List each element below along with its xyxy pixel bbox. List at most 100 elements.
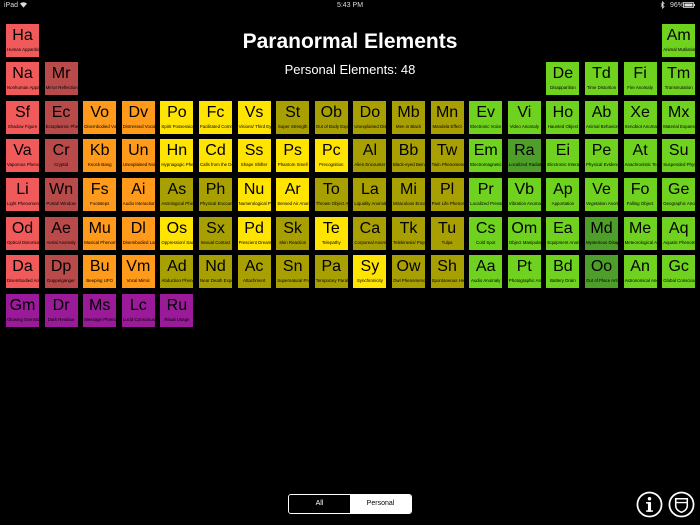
element-fo[interactable]: Fo Falling Object [622,176,658,212]
element-ab[interactable]: Ab Animal Behavior [584,99,619,135]
element-tu[interactable]: Tu Tulpa [429,215,465,251]
element-na[interactable]: Na Nonhuman Apparition [5,61,40,97]
element-ph[interactable]: Ph Physical Encounter [198,176,233,212]
element-ac[interactable]: Ac Attachment [236,254,272,290]
element-mi[interactable]: Mi Miraculous Encounter [391,176,426,212]
element-un[interactable]: Un Unexplained Noise [120,138,156,174]
element-ca[interactable]: Ca Corporeal Anomaly [352,215,388,251]
element-ad[interactable]: Ad Abduction Phenomenon [159,254,195,290]
element-pe[interactable]: Pe Physical Evidence [584,138,619,174]
element-xe[interactable]: Xe Xenobiot Anomaly [622,99,658,135]
element-da[interactable]: Da Disembodied Anatomy [5,254,40,290]
element-ob[interactable]: Ob Out of Body Experience [313,99,349,135]
element-va[interactable]: Va Vaporous Phenomenon [5,138,40,174]
segment-all[interactable]: All [289,495,350,513]
element-em[interactable]: Em Electromagnetic Phenomenon [468,138,504,174]
element-bb[interactable]: Bb Black-eyed Being [391,138,426,174]
element-fi[interactable]: Fi Fire Anomaly [622,61,658,97]
element-gm[interactable]: Gm Glowing Gemstones [5,292,40,328]
element-ha[interactable]: Ha Human Apparition [5,22,40,58]
element-mb[interactable]: Mb Men in Black [391,99,426,135]
element-ms[interactable]: Ms Message Phenomenon [82,292,118,328]
element-md[interactable]: Md Mysterious Disappearance [584,215,619,251]
element-vo[interactable]: Vo Disembodied Voice [82,99,118,135]
element-to[interactable]: To Thrown Object Assault [313,176,349,212]
shield-icon[interactable] [668,491,695,518]
segment-personal[interactable]: Personal [350,495,411,513]
element-tk[interactable]: Tk Telekinesis/ Psychokinesis [391,215,426,251]
element-su[interactable]: Su Suspended Physics [661,138,697,174]
element-vb[interactable]: Vb Vibration Anomaly [506,176,542,212]
element-ra[interactable]: Ra Localized Radiation [506,138,542,174]
element-cd[interactable]: Cd Calls from the Dead [198,138,233,174]
element-pl[interactable]: Pl Past Life Phenomenon [429,176,465,212]
info-icon[interactable] [636,491,663,518]
element-ae[interactable]: Ae Aerial Anomaly [43,215,79,251]
element-vm[interactable]: Vm Vocal Mimic [120,254,156,290]
element-kb[interactable]: Kb Knock Bang [82,138,118,174]
element-al[interactable]: Al Alien Encounter [352,138,388,174]
element-ss[interactable]: Ss Shape Shifter [236,138,272,174]
element-fc[interactable]: Fc Facilitated Communication [198,99,233,135]
element-vi[interactable]: Vi Video Anomaly [506,99,542,135]
element-tw[interactable]: Tw Twin Phenomenon [429,138,465,174]
element-pa[interactable]: Pa Temporary Paralysis [313,254,349,290]
element-lc[interactable]: Lc Lucid Consciousness [120,292,156,328]
element-cs[interactable]: Cs Cold Spot [468,215,504,251]
element-sh[interactable]: Sh Spontaneous Healing [429,254,465,290]
element-ap[interactable]: Ap Apportation [545,176,581,212]
element-ar[interactable]: Ar Sensed Air Anomaly [275,176,311,212]
element-td[interactable]: Td Time Distortion [584,61,619,97]
element-aq[interactable]: Aq Aquatic Phenomenon [661,215,697,251]
element-bu[interactable]: Bu Beeping UFO [82,254,118,290]
element-oo[interactable]: Oo Out of Place Artifact [584,254,619,290]
element-hn[interactable]: Hn Hypnagogic Phenomenon [159,138,195,174]
element-ve[interactable]: Ve Vegetation Anomaly [584,176,619,212]
element-ei[interactable]: Ei Electronic Interaction [545,138,581,174]
element-ev[interactable]: Ev Electronic Voice Phenomenon [468,99,504,135]
element-om[interactable]: Om Object Manipulation [506,215,542,251]
element-vs[interactable]: Vs Visions/ Third Eye [236,99,272,135]
element-de[interactable]: De Disapparition [545,61,581,97]
element-mr[interactable]: Mr Mirror Reflection [43,61,79,97]
element-mu[interactable]: Mu Musical Phenomenon [82,215,118,251]
element-nu[interactable]: Nu Numerological Phenomenon [236,176,272,212]
element-ow[interactable]: Ow Owl Phenomenon [391,254,426,290]
element-ho[interactable]: Ho Haunted Object [545,99,581,135]
element-do[interactable]: Do Unexplained Disorientation [352,99,388,135]
element-pt[interactable]: Pt Photographic Anomaly [506,254,542,290]
element-mx[interactable]: Mx Material Expansion [661,99,697,135]
element-sy[interactable]: Sy Synchronicity [352,254,388,290]
element-st[interactable]: St Super Strength [275,99,311,135]
element-as[interactable]: As Astrological Phenomenon [159,176,195,212]
element-me[interactable]: Me Meteorological Anomaly [622,215,658,251]
element-os[interactable]: Os Oppression/ Sadness [159,215,195,251]
element-tm[interactable]: Tm Transmutation [661,61,697,97]
element-ge[interactable]: Ge Geographic Anomaly [661,176,697,212]
element-sx[interactable]: Sx Sexual Contact [198,215,233,251]
element-nd[interactable]: Nd Near Death Experience [198,254,233,290]
element-mn[interactable]: Mn Mandela Effect [429,99,465,135]
element-dr[interactable]: Dr Dark Residue [43,292,79,328]
element-pc[interactable]: Pc Precognition [313,138,349,174]
element-at[interactable]: At Anachronistic Technology [622,138,658,174]
element-ea[interactable]: Ea Equipment Anomaly [545,215,581,251]
element-ps[interactable]: Ps Phantom Smell [275,138,311,174]
element-po[interactable]: Po Spirit Possession [159,99,195,135]
element-pr[interactable]: Pr Localized Pressure Change [468,176,504,212]
element-cr[interactable]: Cr Cryptid [43,138,79,174]
element-fs[interactable]: Fs Footsteps [82,176,118,212]
element-te[interactable]: Te Telepathy [313,215,349,251]
element-sf[interactable]: Sf Shadow Figure [5,99,40,135]
element-am[interactable]: Am Animal Mutilation [661,22,697,58]
element-sn[interactable]: Sn Supernatural Protection [275,254,311,290]
element-ru[interactable]: Ru Ritual Usage [159,292,195,328]
element-la[interactable]: La Liquidity Anomaly [352,176,388,212]
element-pd[interactable]: Pd Prescient Dream [236,215,272,251]
element-aa[interactable]: Aa Audio Anomaly [468,254,504,290]
element-gc[interactable]: Gc Global Consciousness [661,254,697,290]
element-bd[interactable]: Bd Battery Drain [545,254,581,290]
element-wn[interactable]: Wn Portal/ Window [43,176,79,212]
element-an[interactable]: An Astronomical Anomaly [622,254,658,290]
element-dl[interactable]: Dl Disembodied Laughter [120,215,156,251]
